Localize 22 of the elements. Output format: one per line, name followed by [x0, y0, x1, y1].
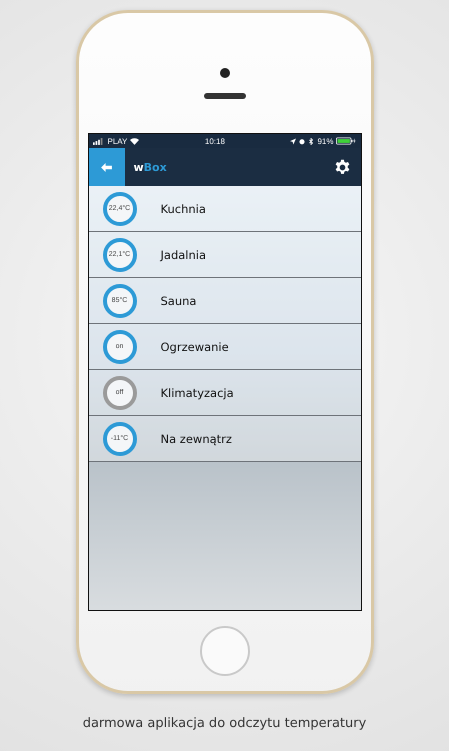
- battery-charging-icon: [336, 137, 356, 145]
- sensor-name: Klimatyzacja: [160, 386, 234, 400]
- battery-percent: 91%: [317, 136, 334, 146]
- clock-time: 10:18: [204, 136, 225, 146]
- bluetooth-icon: [308, 138, 314, 144]
- back-button[interactable]: [88, 148, 124, 186]
- sensor-name: Jadalnia: [160, 248, 206, 262]
- sensor-name: Ogrzewanie: [160, 340, 229, 354]
- carrier-name: PLAY: [108, 136, 128, 146]
- sensor-name: Sauna: [160, 294, 196, 308]
- sensor-name: Na zewnątrz: [160, 432, 232, 446]
- camera-icon: [220, 68, 230, 78]
- caption-text: darmowa aplikacja do odczytu temperatury: [82, 716, 366, 731]
- back-arrow-icon: [101, 162, 112, 172]
- home-button[interactable]: [200, 626, 250, 676]
- speaker-grille: [204, 93, 246, 99]
- app-title: wBox: [134, 160, 168, 174]
- location-arrow-icon: [290, 138, 296, 144]
- sensor-name: Kuchnia: [160, 202, 206, 216]
- wifi-icon: [130, 138, 140, 144]
- settings-icon: [334, 158, 351, 176]
- signal-icon: [92, 138, 104, 144]
